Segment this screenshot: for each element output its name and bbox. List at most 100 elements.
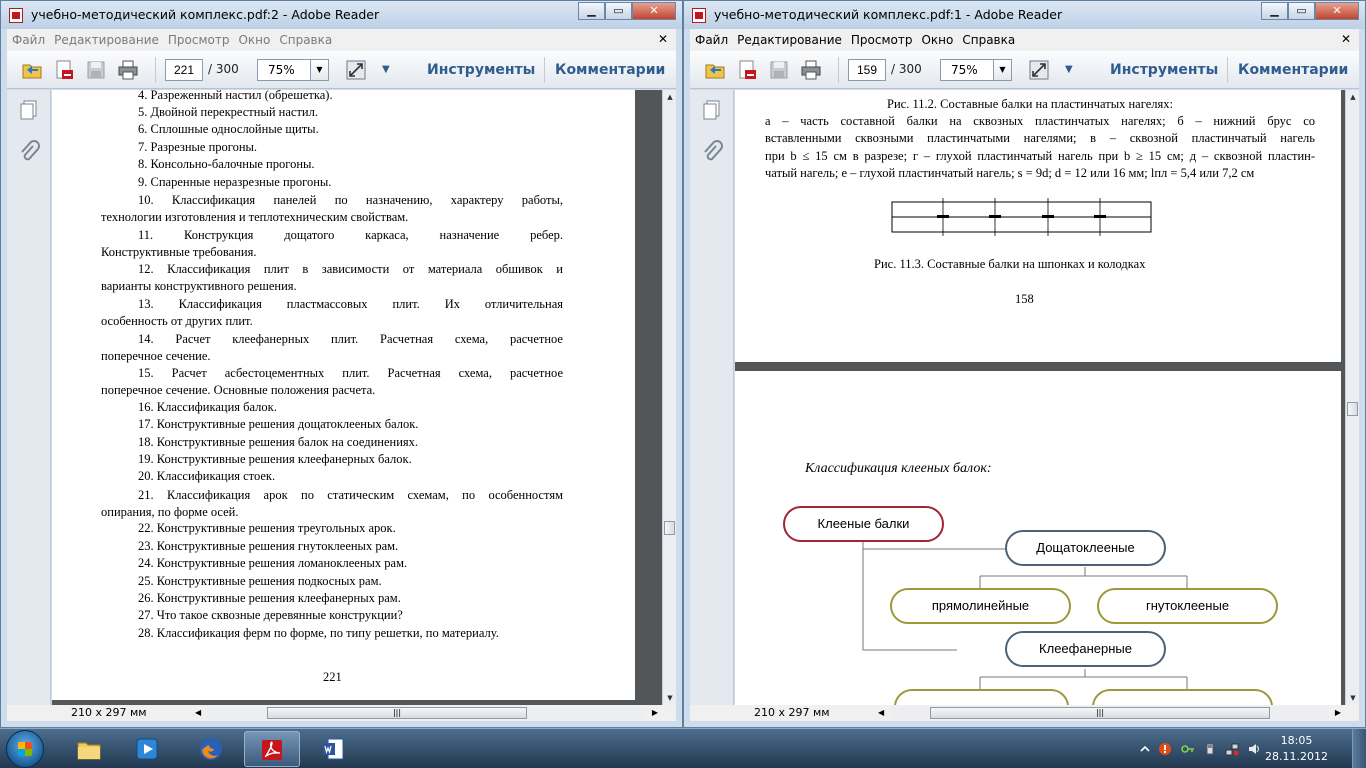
menu-edit[interactable]: Редактирование	[49, 29, 163, 47]
comments-button[interactable]: Комментарии	[555, 62, 665, 78]
show-hidden-icons[interactable]	[1138, 742, 1152, 756]
save-icon[interactable]	[768, 59, 790, 81]
toolbar-options-icon[interactable]: ▼	[382, 64, 390, 75]
scroll-up-icon[interactable]: ▲	[663, 90, 677, 104]
open-file-icon[interactable]	[21, 59, 43, 81]
zoom-select[interactable]: 75% ▼	[257, 59, 329, 81]
question-line: 21. Классификация арок по статическим сх…	[138, 488, 563, 502]
scrollbar-thumb[interactable]	[664, 521, 675, 535]
menu-file[interactable]: Файл	[690, 29, 732, 47]
document-area[interactable]: 4. Разреженный настил (обрешетка). 5. Дв…	[52, 90, 662, 705]
close-button[interactable]: ✕	[632, 2, 676, 20]
maximize-button[interactable]: ▭	[1288, 2, 1315, 20]
minimize-button[interactable]: ▁	[1261, 2, 1288, 20]
print-icon[interactable]	[800, 59, 822, 81]
close-document-icon[interactable]: ✕	[1341, 32, 1351, 46]
scroll-down-icon[interactable]: ▼	[1346, 691, 1360, 705]
title-bar[interactable]: учебно-методический комплекс.pdf:2 - Ado…	[1, 1, 682, 29]
scrollbar-thumb[interactable]	[1347, 402, 1358, 416]
zoom-value: 75%	[268, 63, 295, 77]
navigation-panel	[7, 90, 51, 705]
scroll-left-icon[interactable]: ◀	[878, 707, 884, 719]
menu-view[interactable]: Просмотр	[846, 29, 917, 47]
fit-page-icon[interactable]	[345, 59, 367, 81]
taskbar-explorer[interactable]	[62, 731, 118, 767]
taskbar-word[interactable]	[306, 731, 362, 767]
maximize-button[interactable]: ▭	[605, 2, 632, 20]
tools-button[interactable]: Инструменты	[427, 62, 535, 78]
page-thumbnails-icon[interactable]	[17, 98, 41, 122]
page-number-input[interactable]	[165, 59, 203, 81]
adobe-reader-window-right[interactable]: учебно-методический комплекс.pdf:1 - Ado…	[683, 0, 1366, 728]
page-thumbnails-icon[interactable]	[700, 98, 724, 122]
menu-window[interactable]: Окно	[233, 29, 274, 47]
menu-view[interactable]: Просмотр	[163, 29, 234, 47]
scrollbar-thumb[interactable]: |||	[930, 707, 1270, 719]
pdf-page: 4. Разреженный настил (обрешетка). 5. Дв…	[52, 90, 635, 700]
document-area[interactable]: Рис. 11.2. Составные балки на пластинчат…	[735, 90, 1345, 705]
open-file-icon[interactable]	[704, 59, 726, 81]
taskbar-adobe-reader[interactable]	[244, 731, 300, 767]
create-pdf-icon[interactable]	[53, 59, 75, 81]
create-pdf-icon[interactable]	[736, 59, 758, 81]
tools-button[interactable]: Инструменты	[1110, 62, 1218, 78]
question-item: 4. Разреженный настил (обрешетка).	[138, 90, 333, 102]
firefox-icon	[200, 738, 222, 760]
volume-icon[interactable]	[1247, 742, 1261, 756]
page-number-input[interactable]	[848, 59, 886, 81]
menu-help[interactable]: Справка	[274, 29, 336, 47]
scrollbar-thumb[interactable]: |||	[267, 707, 527, 719]
action-center-alert-icon[interactable]	[1158, 742, 1172, 756]
question-line: особенность от других плит.	[101, 314, 253, 329]
minimize-button[interactable]: ▁	[578, 2, 605, 20]
question-line: 10. Классификация панелей по назначению,…	[138, 193, 563, 207]
vertical-scrollbar[interactable]: ▲ ▼	[1345, 90, 1359, 705]
zoom-value: 75%	[951, 63, 978, 77]
scroll-right-icon[interactable]: ▶	[1335, 707, 1341, 719]
scroll-right-icon[interactable]: ▶	[652, 707, 658, 719]
menu-file[interactable]: Файл	[7, 29, 49, 47]
scroll-left-icon[interactable]: ◀	[195, 707, 201, 719]
chevron-down-icon[interactable]: ▼	[310, 60, 328, 80]
usb-device-icon[interactable]	[1203, 742, 1217, 756]
comments-button[interactable]: Комментарии	[1238, 62, 1348, 78]
start-button[interactable]	[6, 730, 44, 768]
close-button[interactable]: ✕	[1315, 2, 1359, 20]
window-title: учебно-методический комплекс.pdf:1 - Ado…	[714, 7, 1063, 22]
chevron-down-icon[interactable]: ▼	[993, 60, 1011, 80]
toolbar-options-icon[interactable]: ▼	[1065, 64, 1073, 75]
menu-window[interactable]: Окно	[916, 29, 957, 47]
question-item: 27. Что такое сквозные деревянные констр…	[138, 608, 403, 622]
page-total: / 300	[891, 62, 922, 76]
page-number: 158	[1015, 292, 1034, 306]
save-icon[interactable]	[85, 59, 107, 81]
key-icon[interactable]	[1181, 742, 1195, 756]
status-bar: 210 x 297 мм ◀ ||| ▶	[7, 705, 676, 721]
vertical-scrollbar[interactable]: ▲ ▼	[662, 90, 676, 705]
adobe-reader-icon	[262, 740, 282, 760]
menu-help[interactable]: Справка	[957, 29, 1019, 47]
menu-edit[interactable]: Редактирование	[732, 29, 846, 47]
horizontal-scrollbar[interactable]: ◀ ||| ▶	[878, 707, 1341, 719]
horizontal-scrollbar[interactable]: ◀ ||| ▶	[195, 707, 658, 719]
fit-page-icon[interactable]	[1028, 59, 1050, 81]
attachments-icon[interactable]	[700, 140, 724, 164]
taskbar-firefox[interactable]	[184, 731, 240, 767]
show-desktop-button[interactable]	[1352, 729, 1366, 768]
network-icon[interactable]	[1225, 742, 1239, 756]
scroll-down-icon[interactable]: ▼	[663, 691, 677, 705]
taskbar-media-player[interactable]	[120, 731, 176, 767]
print-icon[interactable]	[117, 59, 139, 81]
adobe-reader-window-left[interactable]: учебно-методический комплекс.pdf:2 - Ado…	[0, 0, 683, 728]
figure-caption: Рис. 11.2. Составные балки на пластинчат…	[887, 97, 1173, 111]
title-bar[interactable]: учебно-методический комплекс.pdf:1 - Ado…	[684, 1, 1365, 29]
node-partial	[894, 689, 1069, 705]
page-size: 210 x 297 мм	[754, 706, 830, 719]
close-document-icon[interactable]: ✕	[658, 32, 668, 46]
question-item: 24. Конструктивные решения ломаноклееных…	[138, 556, 408, 570]
system-clock[interactable]: 18:05 28.11.2012	[1265, 733, 1328, 765]
scroll-up-icon[interactable]: ▲	[1346, 90, 1360, 104]
zoom-select[interactable]: 75% ▼	[940, 59, 1012, 81]
attachments-icon[interactable]	[17, 140, 41, 164]
question-line: 12. Классификация плит в зависимости от …	[138, 262, 563, 276]
